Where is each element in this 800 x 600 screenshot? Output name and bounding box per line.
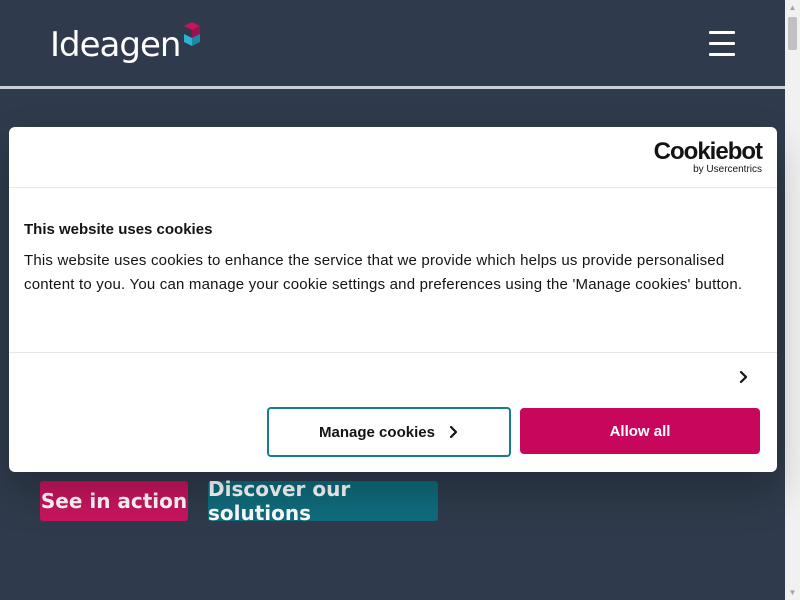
logo-mark-icon <box>184 22 201 46</box>
allow-all-label: Allow all <box>609 422 671 440</box>
cookie-consent-dialog: Cookiebot by Usercentrics This website u… <box>9 127 777 472</box>
site-header: Ideagen <box>0 0 785 89</box>
cookiebot-wordmark: Cookiebot <box>653 138 763 165</box>
dialog-body-text: This website uses cookies to enhance the… <box>24 252 743 293</box>
dialog-divider <box>9 352 777 353</box>
chevron-right-icon[interactable] <box>736 369 752 385</box>
scroll-down-arrow-icon[interactable]: ▼ <box>785 585 800 600</box>
hamburger-menu-icon[interactable] <box>706 28 738 58</box>
logo-text: Ideagen <box>50 25 181 65</box>
scroll-up-arrow-icon[interactable]: ▲ <box>785 0 800 15</box>
discover-solutions-button[interactable]: Discover our solutions <box>208 477 438 525</box>
page-scrollbar[interactable]: ▲ ▼ <box>785 0 800 600</box>
manage-cookies-button[interactable]: Manage cookies <box>267 407 511 457</box>
cookiebot-logo[interactable]: Cookiebot by Usercentrics <box>653 138 763 175</box>
dialog-header: Cookiebot by Usercentrics <box>9 127 777 188</box>
dialog-title: This website uses cookies <box>24 221 213 238</box>
cookiebot-subtitle: by Usercentrics <box>693 164 762 175</box>
see-in-action-button[interactable]: See in action <box>40 481 188 521</box>
scroll-thumb[interactable] <box>788 17 797 50</box>
chevron-right-icon <box>449 425 458 439</box>
allow-all-button[interactable]: Allow all <box>520 408 760 454</box>
manage-cookies-label: Manage cookies <box>319 423 435 441</box>
ideagen-logo[interactable]: Ideagen <box>50 22 202 68</box>
